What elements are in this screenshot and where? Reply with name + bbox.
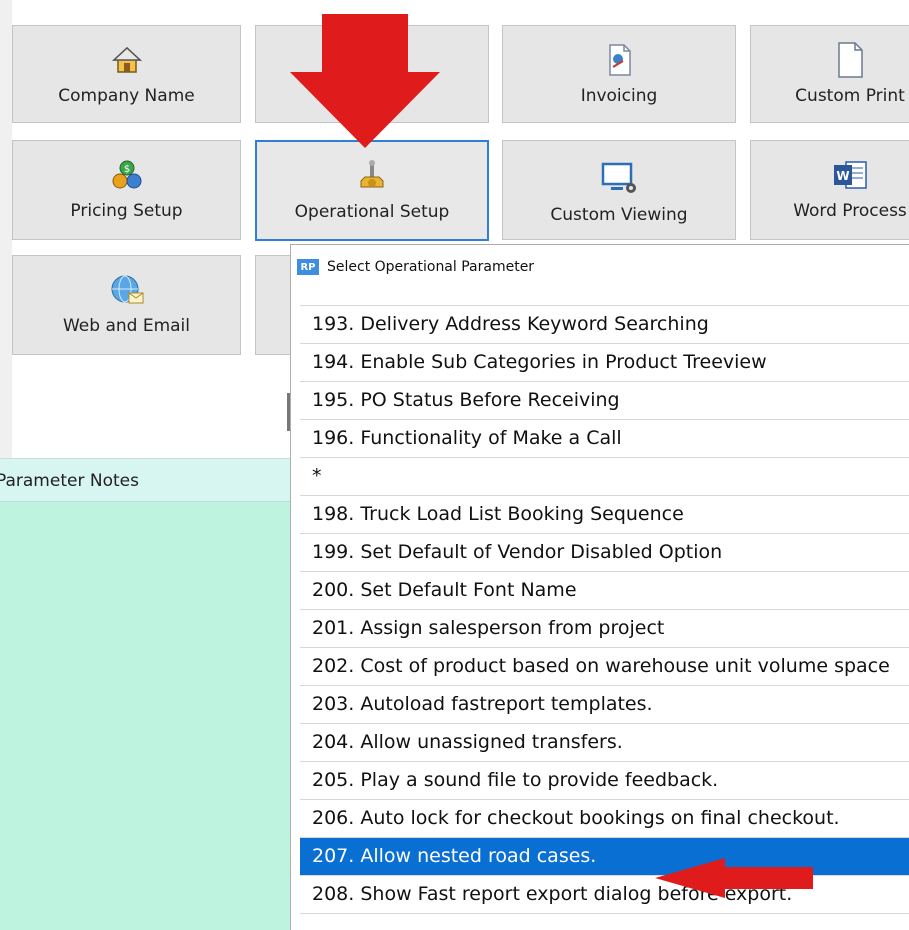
dialog-title-bar: RP Select Operational Parameter (291, 245, 909, 289)
parameter-list[interactable]: 193. Delivery Address Keyword Searching 1… (300, 305, 909, 914)
list-item[interactable]: 205. Play a sound file to provide feedba… (300, 762, 909, 800)
tile-label: Custom Viewing (550, 205, 688, 225)
list-item[interactable]: 206. Auto lock for checkout bookings on … (300, 800, 909, 838)
list-item[interactable]: 200. Set Default Font Name (300, 572, 909, 610)
svg-text:W: W (836, 169, 849, 183)
list-item[interactable]: 194. Enable Sub Categories in Product Tr… (300, 344, 909, 382)
tile-label: Invoicing (580, 86, 658, 106)
list-item[interactable]: 193. Delivery Address Keyword Searching (300, 306, 909, 344)
tile-pricing-setup[interactable]: $ Pricing Setup (12, 140, 241, 240)
rp-app-icon: RP (297, 259, 319, 275)
word-icon: W (830, 155, 870, 195)
list-item[interactable]: 208. Show Fast report export dialog befo… (300, 876, 909, 914)
tile-label: Word Process (793, 201, 907, 221)
tile-label: Custom Print (795, 86, 905, 106)
tile-operational-setup[interactable]: Operational Setup (255, 140, 489, 241)
list-item[interactable]: 201. Assign salesperson from project (300, 610, 909, 648)
tile-label: Company Name (58, 86, 195, 106)
list-item[interactable]: 196. Functionality of Make a Call (300, 420, 909, 458)
monitor-gear-icon (599, 159, 639, 199)
list-item[interactable]: 198. Truck Load List Booking Sequence (300, 496, 909, 534)
house-icon (107, 40, 147, 80)
list-item[interactable]: 195. PO Status Before Receiving (300, 382, 909, 420)
joystick-gear-icon (352, 156, 392, 196)
tile-custom-print[interactable]: Custom Print (750, 25, 909, 123)
blank-page-icon (830, 40, 870, 80)
dialog-title: Select Operational Parameter (327, 259, 535, 275)
tile-invoicing[interactable]: Invoicing (502, 25, 736, 123)
document-icon (599, 40, 639, 80)
list-item[interactable]: * (300, 458, 909, 496)
tile-custom-viewing[interactable]: Custom Viewing (502, 140, 736, 240)
globe-mail-icon (107, 270, 147, 310)
list-item[interactable]: 199. Set Default of Vendor Disabled Opti… (300, 534, 909, 572)
tile-company-name[interactable]: Company Name (12, 25, 241, 123)
list-item[interactable]: 203. Autoload fastreport templates. (300, 686, 909, 724)
parameter-notes-body[interactable] (0, 502, 297, 930)
annotation-arrow-down-icon (290, 14, 440, 148)
svg-text:$: $ (123, 164, 129, 175)
annotation-arrow-left-icon (655, 858, 813, 898)
coins-icon: $ (107, 155, 147, 195)
select-parameter-dialog: RP Select Operational Parameter 193. Del… (290, 244, 909, 930)
list-item[interactable]: 202. Cost of product based on warehouse … (300, 648, 909, 686)
tile-web-and-email[interactable]: Web and Email (12, 255, 241, 355)
tile-label: Web and Email (62, 316, 191, 336)
tile-label: Operational Setup (294, 202, 450, 222)
tile-label: Pricing Setup (70, 201, 183, 221)
parameter-notes-label: Parameter Notes (0, 471, 139, 491)
list-item-selected[interactable]: 207. Allow nested road cases. (300, 838, 909, 876)
tile-word-processing[interactable]: W Word Process (750, 140, 909, 240)
list-item[interactable]: 204. Allow unassigned transfers. (300, 724, 909, 762)
parameter-notes-header: Parameter Notes (0, 458, 297, 502)
